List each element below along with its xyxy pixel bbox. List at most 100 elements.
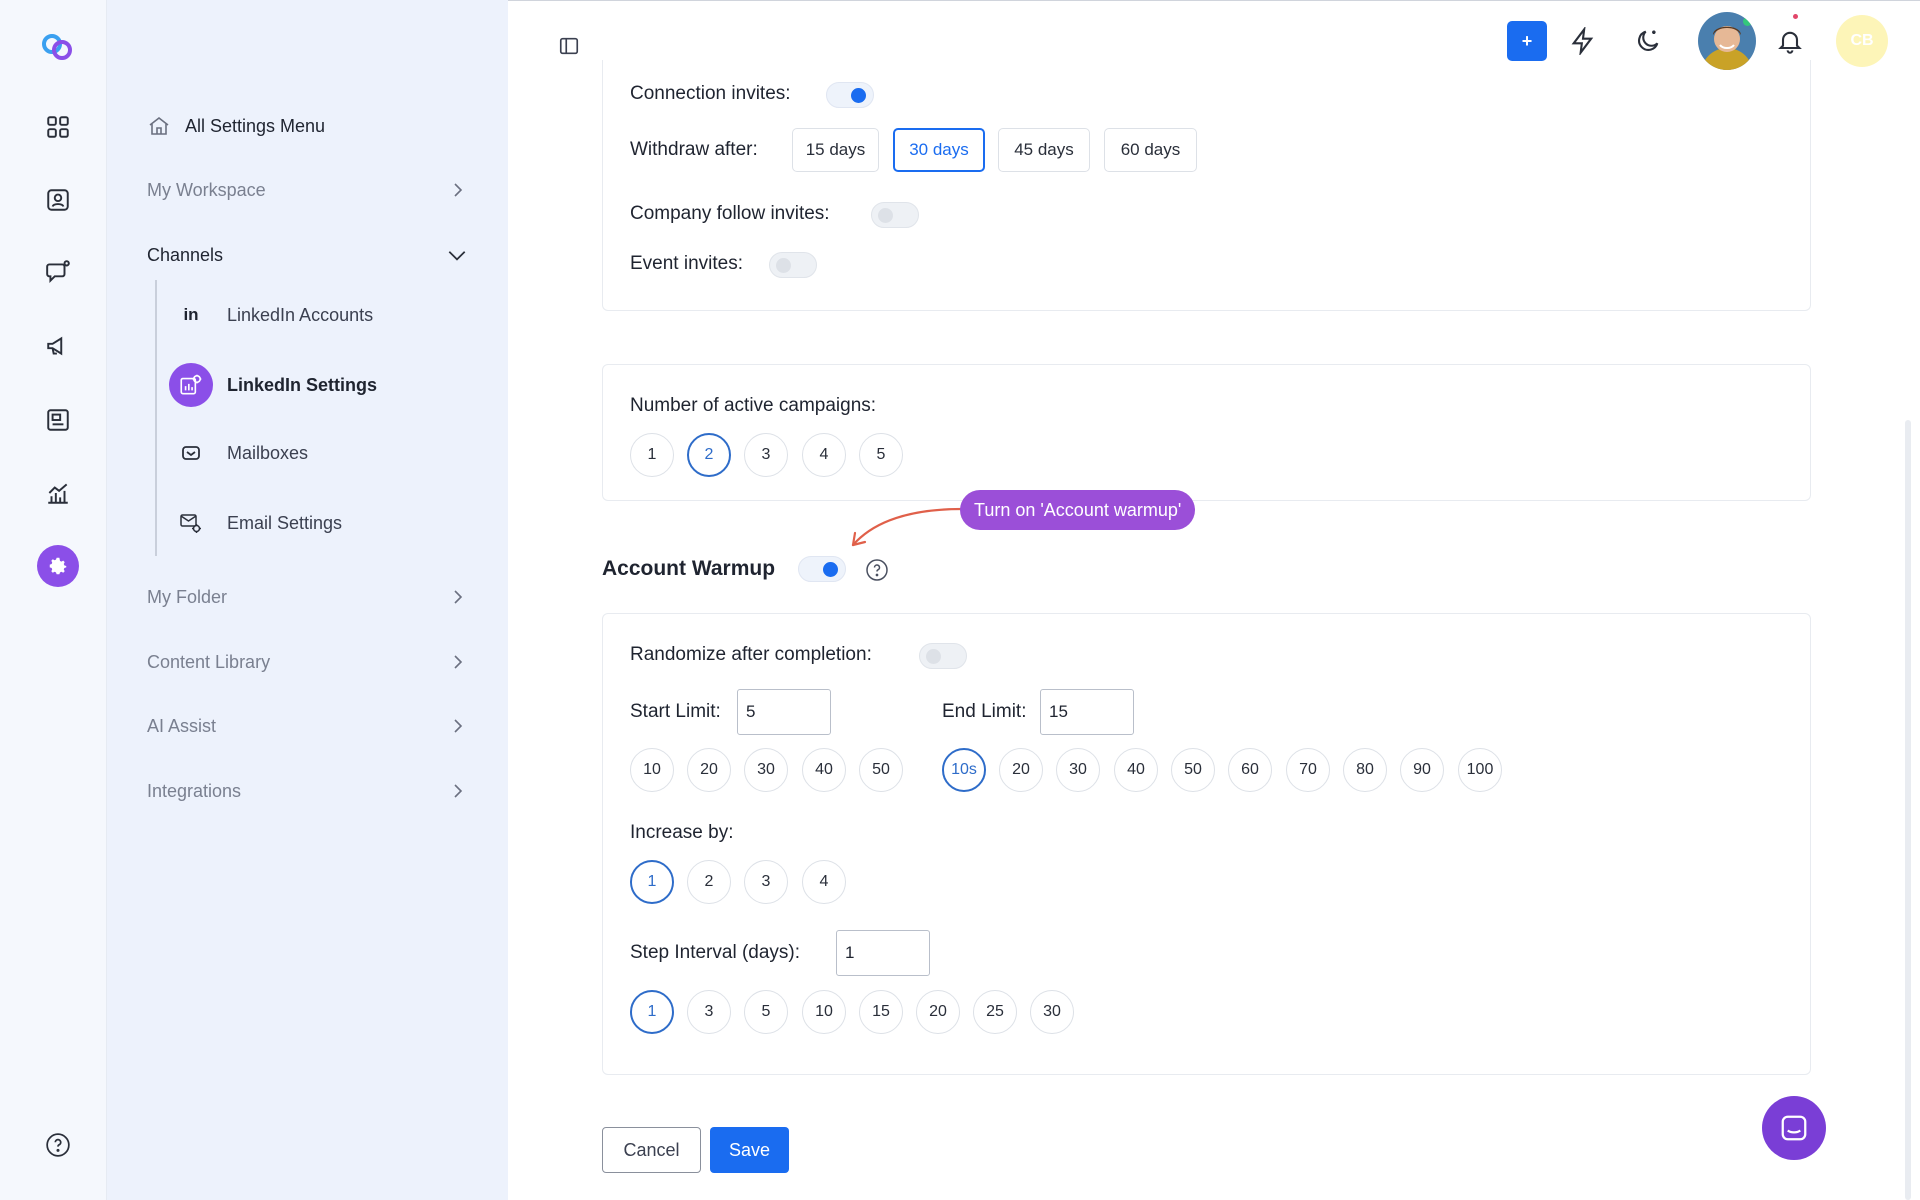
chat-support-button[interactable] — [1762, 1096, 1826, 1160]
sidebar-section-integrations[interactable]: Integrations — [147, 771, 468, 811]
end-limit-option[interactable]: 70 — [1286, 748, 1330, 792]
increase-by-label: Increase by: — [630, 822, 734, 843]
messages-icon[interactable] — [42, 256, 74, 288]
start-limit-option[interactable]: 40 — [802, 748, 846, 792]
end-limit-input[interactable] — [1040, 689, 1134, 735]
cancel-button[interactable]: Cancel — [602, 1127, 701, 1173]
callout-arrow-icon — [851, 507, 964, 547]
mailbox-icon — [169, 431, 213, 475]
active-campaigns-label: Number of active campaigns: — [630, 395, 877, 416]
campaigns-option[interactable]: 5 — [859, 433, 903, 477]
step-interval-label: Step Interval (days): — [630, 942, 801, 963]
sidebar-section-channels[interactable]: Channels — [147, 235, 468, 275]
step-interval-option[interactable]: 1 — [630, 990, 674, 1034]
end-limit-option[interactable]: 40 — [1114, 748, 1158, 792]
step-interval-option[interactable]: 25 — [973, 990, 1017, 1034]
campaigns-option[interactable]: 3 — [744, 433, 788, 477]
start-limit-input[interactable] — [737, 689, 831, 735]
connection-invites-label: Connection invites: — [630, 83, 791, 104]
start-limit-option[interactable]: 30 — [744, 748, 788, 792]
end-limit-option[interactable]: 100 — [1458, 748, 1502, 792]
sidebar-section-ai-assist[interactable]: AI Assist — [147, 706, 468, 746]
page-scrollbar[interactable] — [1905, 420, 1911, 1200]
user-initials-avatar[interactable]: CB — [1836, 15, 1888, 67]
withdraw-option-15[interactable]: 15 days — [792, 128, 879, 172]
help-question-icon[interactable] — [865, 558, 889, 582]
start-limit-option[interactable]: 10 — [630, 748, 674, 792]
sidebar-section-content-library[interactable]: Content Library — [147, 642, 468, 682]
analytics-icon[interactable] — [42, 477, 74, 509]
chevron-right-icon — [454, 784, 463, 798]
notifications-bell-icon[interactable] — [1770, 21, 1810, 61]
withdraw-option-60[interactable]: 60 days — [1104, 128, 1197, 172]
account-warmup-toggle[interactable] — [798, 556, 846, 582]
contacts-icon[interactable] — [42, 184, 74, 216]
company-follow-invites-toggle[interactable] — [871, 202, 919, 228]
sidebar-section-my-workspace[interactable]: My Workspace — [147, 170, 468, 210]
chevron-right-icon — [454, 183, 463, 197]
app-logo-icon[interactable] — [40, 32, 74, 62]
hint-callout: Turn on 'Account warmup' — [960, 490, 1196, 530]
increase-by-option[interactable]: 3 — [744, 860, 788, 904]
increase-by-option[interactable]: 1 — [630, 860, 674, 904]
dark-mode-moon-icon[interactable] — [1628, 21, 1668, 61]
sidebar-item-label: LinkedIn Accounts — [227, 304, 374, 325]
chevron-down-icon — [448, 251, 466, 261]
increase-by-option[interactable]: 4 — [802, 860, 846, 904]
step-interval-option[interactable]: 20 — [916, 990, 960, 1034]
lightning-icon[interactable] — [1563, 21, 1603, 61]
templates-icon[interactable] — [42, 404, 74, 436]
sidebar-item-mailboxes[interactable]: Mailboxes — [169, 431, 308, 475]
end-limit-option[interactable]: 90 — [1400, 748, 1444, 792]
campaigns-option[interactable]: 2 — [687, 433, 731, 477]
randomize-toggle[interactable] — [919, 643, 967, 669]
end-limit-option[interactable]: 60 — [1228, 748, 1272, 792]
end-limit-option[interactable]: 50 — [1171, 748, 1215, 792]
active-campaigns-card — [602, 364, 1811, 501]
end-limit-option[interactable]: 20 — [999, 748, 1043, 792]
start-limit-option[interactable]: 20 — [687, 748, 731, 792]
step-interval-option[interactable]: 3 — [687, 990, 731, 1034]
linkedin-icon: in — [183, 305, 199, 324]
end-limit-option[interactable]: 80 — [1343, 748, 1387, 792]
chevron-right-icon — [454, 590, 463, 604]
step-interval-input[interactable] — [836, 930, 930, 976]
sidebar-section-label: My Workspace — [147, 179, 266, 200]
start-limit-label: Start Limit: — [630, 701, 721, 722]
withdraw-option-45[interactable]: 45 days — [998, 128, 1090, 172]
step-interval-option[interactable]: 30 — [1030, 990, 1074, 1034]
all-settings-menu-link[interactable]: All Settings Menu — [147, 106, 468, 146]
sidebar-section-label: Channels — [147, 244, 224, 265]
increase-by-option[interactable]: 2 — [687, 860, 731, 904]
save-button[interactable]: Save — [710, 1127, 789, 1173]
chat-bubble-icon — [1781, 1115, 1807, 1141]
step-interval-option[interactable]: 5 — [744, 990, 788, 1034]
account-warmup-title: Account Warmup — [602, 557, 776, 580]
sidebar-toggle-icon[interactable] — [558, 35, 580, 57]
sidebar-item-label: Email Settings — [227, 512, 343, 533]
sidebar-item-linkedin-accounts[interactable]: in LinkedIn Accounts — [169, 293, 373, 337]
campaigns-option[interactable]: 4 — [802, 433, 846, 477]
end-limit-option[interactable]: 10s — [942, 748, 986, 792]
end-limit-option[interactable]: 30 — [1056, 748, 1100, 792]
campaigns-megaphone-icon[interactable] — [42, 330, 74, 362]
sidebar-section-my-folder[interactable]: My Folder — [147, 577, 468, 617]
campaigns-option[interactable]: 1 — [630, 433, 674, 477]
email-settings-icon — [169, 501, 213, 545]
start-limit-option[interactable]: 50 — [859, 748, 903, 792]
sidebar-section-label: Content Library — [147, 651, 271, 672]
withdraw-option-30[interactable]: 30 days — [893, 128, 985, 172]
step-interval-option[interactable]: 15 — [859, 990, 903, 1034]
dashboard-icon[interactable] — [42, 111, 74, 143]
sidebar-item-linkedin-settings[interactable]: LinkedIn Settings — [169, 363, 377, 407]
settings-gear-icon[interactable] — [37, 545, 79, 587]
step-interval-option[interactable]: 10 — [802, 990, 846, 1034]
help-circle-icon[interactable] — [42, 1129, 74, 1161]
event-invites-toggle[interactable] — [769, 252, 817, 278]
home-icon — [149, 116, 169, 135]
online-status-dot — [1743, 17, 1752, 26]
connection-invites-toggle[interactable] — [826, 82, 874, 108]
all-settings-menu-label: All Settings Menu — [185, 115, 326, 136]
sidebar-item-email-settings[interactable]: Email Settings — [169, 501, 342, 545]
add-new-button[interactable]: + — [1507, 21, 1547, 61]
